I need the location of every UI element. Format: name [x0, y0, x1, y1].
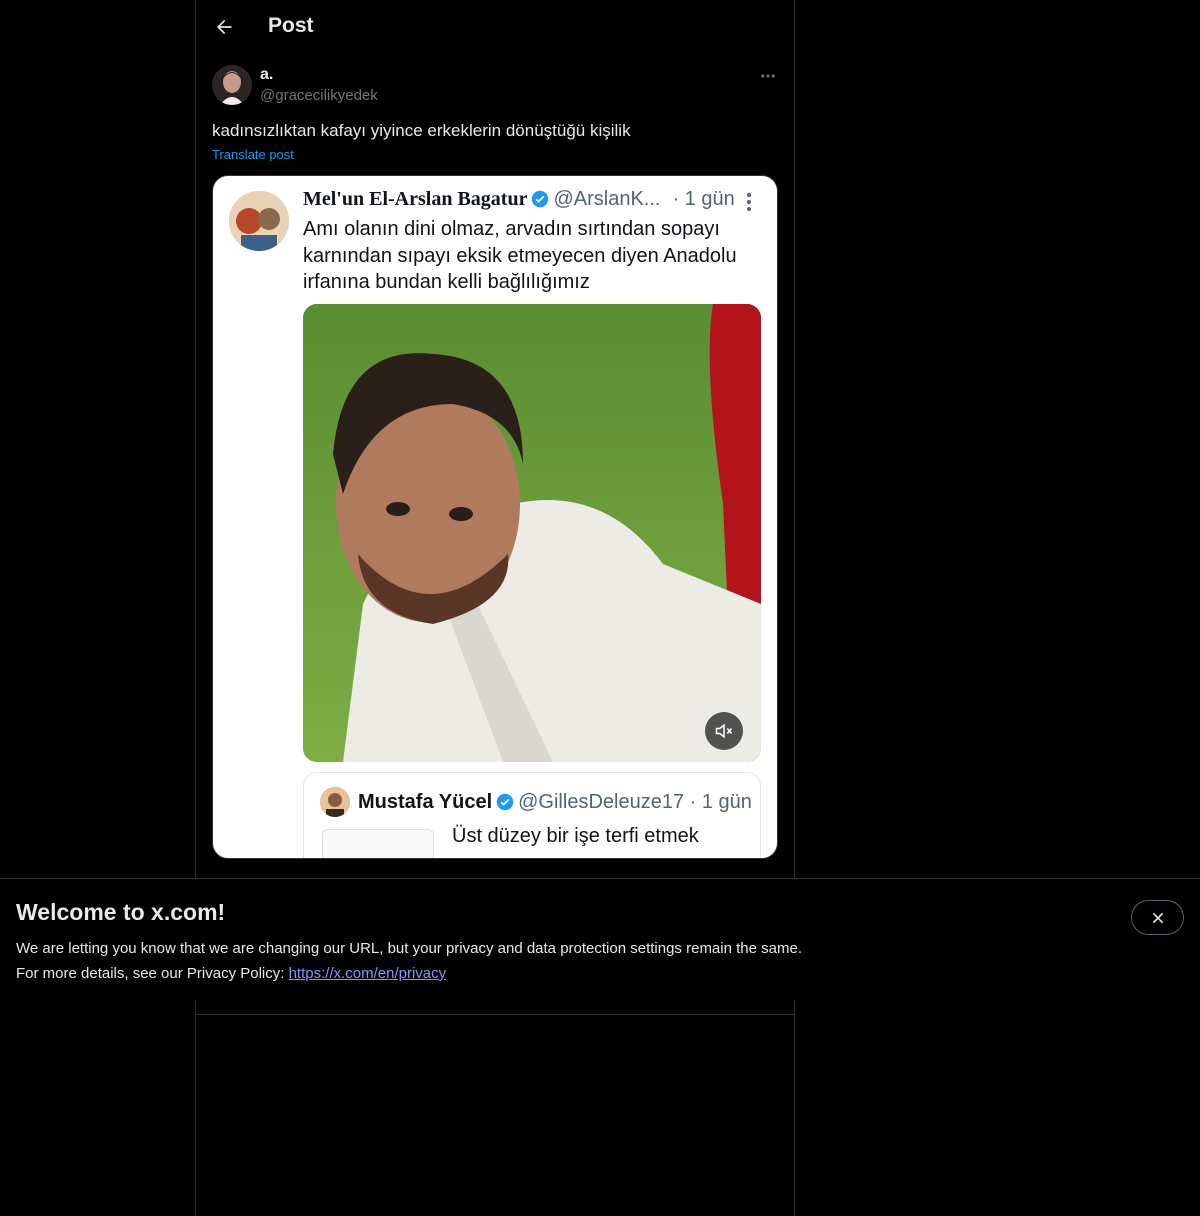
nested-header: Mustafa Yücel @GillesDeleuze17 · 1 gün — [358, 791, 752, 814]
nested-avatar-image — [320, 787, 350, 817]
quoted-avatar-image — [229, 191, 289, 251]
banner-line-2-prefix: For more details, see our Privacy Policy… — [16, 965, 289, 982]
avatar-image — [212, 65, 252, 105]
welcome-banner: Welcome to x.com! We are letting you kno… — [0, 878, 1200, 1000]
post-text: kadınsızlıktan kafayı yiyince erkeklerin… — [212, 121, 631, 140]
nested-time: · 1 gün — [689, 791, 752, 813]
quoted-more-icon — [747, 193, 751, 211]
primary-column: Post a. @gracecilikyedek kadınsızlıktan … — [195, 0, 795, 1216]
more-button[interactable] — [756, 64, 780, 88]
embedded-video[interactable] — [303, 304, 761, 762]
banner-line-2: For more details, see our Privacy Policy… — [16, 961, 802, 986]
post-header: Post — [196, 0, 794, 54]
author-name[interactable]: a. — [260, 66, 273, 84]
banner-title: Welcome to x.com! — [16, 899, 226, 925]
author-avatar[interactable] — [212, 65, 252, 105]
post-media-image[interactable]: Mel'un El-Arslan Bagatur @ArslanK... · 1 g… — [212, 175, 778, 859]
nested-name: Mustafa Yücel — [358, 791, 493, 813]
nested-thumbnail — [322, 829, 434, 858]
arrow-left-icon — [217, 19, 232, 35]
quoted-header: Mel'un El-Arslan Bagatur @ArslanK... · 1 g… — [303, 188, 763, 211]
banner-line-1: We are letting you know that we are chan… — [16, 940, 802, 957]
nested-avatar — [320, 787, 350, 817]
quoted-text: Amı olanın dini olmaz, arvadın sırtından… — [303, 218, 737, 293]
nested-handle: @GillesDeleuze17 — [518, 791, 685, 813]
mute-button[interactable] — [705, 712, 743, 750]
nested-quoted-tweet: Mustafa Yücel @GillesDeleuze17 · 1 gün Üs… — [303, 772, 761, 858]
quoted-avatar — [229, 191, 289, 251]
quoted-time: · 1 gün — [672, 188, 735, 210]
author-handle[interactable]: @gracecilikyedek — [260, 87, 378, 104]
close-banner-button[interactable] — [1131, 900, 1184, 935]
quoted-handle: @ArslanK... — [553, 188, 661, 210]
nested-text: Üst düzey bir işe terfi etmek — [452, 825, 699, 847]
privacy-policy-link[interactable]: https://x.com/en/privacy — [289, 965, 447, 982]
nested-verified-badge-icon — [496, 793, 514, 811]
translate-post-link[interactable]: Translate post — [212, 147, 294, 162]
close-icon — [1152, 912, 1163, 923]
verified-badge-icon — [532, 190, 549, 208]
banner-text: We are letting you know that we are chan… — [16, 936, 802, 986]
volume-muted-icon — [715, 723, 733, 739]
back-button[interactable] — [206, 9, 242, 45]
divider — [196, 1014, 794, 1015]
video-frame — [303, 304, 761, 762]
quoted-name: Mel'un El-Arslan Bagatur — [303, 188, 528, 210]
more-horizontal-icon — [761, 74, 775, 78]
page-title: Post — [268, 14, 314, 37]
